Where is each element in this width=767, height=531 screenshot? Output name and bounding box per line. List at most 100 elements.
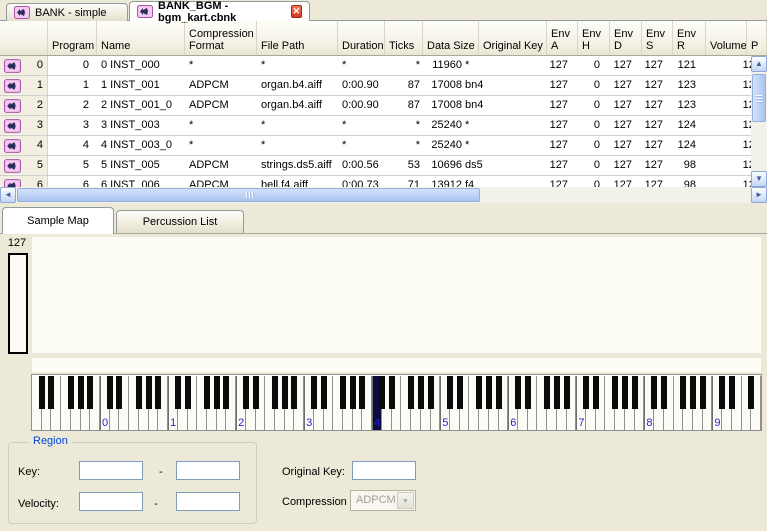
piano-key-black[interactable] <box>68 376 74 409</box>
piano-key-black[interactable] <box>282 376 288 409</box>
column-header-program[interactable]: Program <box>48 21 97 55</box>
piano-key-black[interactable] <box>622 376 628 409</box>
column-header-ticks[interactable]: Ticks <box>385 21 423 55</box>
table-row[interactable]: 111 INST_001ADPCMorgan.b4.aiff0:00.90871… <box>0 76 767 96</box>
row-header[interactable]: 0 <box>0 56 48 75</box>
piano-key-black[interactable] <box>661 376 667 409</box>
piano-key-black[interactable] <box>185 376 191 409</box>
piano-key-black[interactable] <box>428 376 434 409</box>
column-header-name[interactable]: Name <box>97 21 185 55</box>
piano-key-black[interactable] <box>359 376 365 409</box>
piano-key-black[interactable] <box>48 376 54 409</box>
piano-key-black[interactable] <box>612 376 618 409</box>
tab-bank-simple[interactable]: BANK - simple <box>6 3 128 21</box>
piano-key-black[interactable] <box>321 376 327 409</box>
piano-key-black[interactable] <box>223 376 229 409</box>
column-header-icon[interactable] <box>0 21 48 55</box>
table-row[interactable]: 444 INST_003_0****25240*1270127127124127 <box>0 136 767 156</box>
scroll-up-button[interactable]: ▲ <box>751 56 767 72</box>
piano-key-black[interactable] <box>515 376 521 409</box>
scroll-down-button[interactable]: ▼ <box>751 171 767 187</box>
piano-key-black[interactable] <box>39 376 45 409</box>
piano-key-black[interactable] <box>583 376 589 409</box>
row-header[interactable]: 5 <box>0 156 48 175</box>
piano-key-black[interactable] <box>486 376 492 409</box>
column-header-env-r[interactable]: Env R <box>673 21 706 55</box>
piano-key-black[interactable] <box>146 376 152 409</box>
table-row[interactable]: 555 INST_005ADPCMstrings.ds5.aiff0:00.56… <box>0 156 767 176</box>
tab-sample-map[interactable]: Sample Map <box>2 207 114 234</box>
piano-key-black[interactable] <box>554 376 560 409</box>
piano-key-black[interactable] <box>408 376 414 409</box>
piano-key-black[interactable] <box>389 376 395 409</box>
velocity-range-bar[interactable] <box>8 253 28 354</box>
piano-key-black[interactable] <box>155 376 161 409</box>
row-header[interactable]: 3 <box>0 116 48 135</box>
column-header-volume[interactable]: Volume <box>706 21 747 55</box>
column-header-env-a[interactable]: Env A <box>547 21 578 55</box>
row-header[interactable]: 2 <box>0 96 48 115</box>
piano-key-black[interactable] <box>214 376 220 409</box>
piano-key-black[interactable] <box>457 376 463 409</box>
tab-percussion-list[interactable]: Percussion List <box>116 210 244 233</box>
scroll-right-button[interactable]: ► <box>751 187 767 203</box>
piano-key-black[interactable] <box>476 376 482 409</box>
piano-key-black[interactable] <box>593 376 599 409</box>
piano-key-black[interactable] <box>243 376 249 409</box>
piano-key-black[interactable] <box>418 376 424 409</box>
column-header-env-h[interactable]: Env H <box>578 21 610 55</box>
piano-key-black[interactable] <box>525 376 531 409</box>
piano-key-black[interactable] <box>632 376 638 409</box>
column-header-data-size[interactable]: Data Size <box>423 21 479 55</box>
velocity-low-field[interactable] <box>79 492 143 511</box>
tab-bank-bgm[interactable]: BANK_BGM - bgm_kart.cbnk ✕ <box>129 1 310 21</box>
key-high-field[interactable] <box>176 461 240 480</box>
piano-key-black[interactable] <box>700 376 706 409</box>
piano-key-black[interactable] <box>680 376 686 409</box>
column-header-original-key[interactable]: Original Key <box>479 21 547 55</box>
piano-key-black[interactable] <box>379 376 385 409</box>
piano-key-black[interactable] <box>690 376 696 409</box>
column-header-env-d[interactable]: Env D <box>610 21 642 55</box>
vertical-scrollbar-thumb[interactable] <box>752 74 766 122</box>
table-row[interactable]: 222 INST_001_0ADPCMorgan.b4.aiff0:00.908… <box>0 96 767 116</box>
piano-key-black[interactable] <box>719 376 725 409</box>
horizontal-scrollbar-thumb[interactable] <box>17 188 480 202</box>
piano-keyboard[interactable]: 0123456789 <box>31 374 762 431</box>
key-low-field[interactable] <box>79 461 143 480</box>
column-header-duration[interactable]: Duration <box>338 21 385 55</box>
piano-key-black[interactable] <box>107 376 113 409</box>
row-header[interactable]: 4 <box>0 136 48 155</box>
piano-key-black[interactable] <box>272 376 278 409</box>
piano-key-black[interactable] <box>729 376 735 409</box>
column-header-pan[interactable]: P <box>747 21 767 55</box>
piano-key-black[interactable] <box>204 376 210 409</box>
close-tab-button[interactable]: ✕ <box>291 5 302 18</box>
vertical-scrollbar[interactable]: ▲ ▼ <box>751 56 767 187</box>
table-row[interactable]: 000 INST_000****11960*1270127127121127 <box>0 56 767 76</box>
piano-key-black[interactable] <box>291 376 297 409</box>
column-header-env-s[interactable]: Env S <box>642 21 673 55</box>
piano-key-black[interactable] <box>544 376 550 409</box>
table-row[interactable]: 333 INST_003****25240*1270127127124127 <box>0 116 767 136</box>
column-header-file-path[interactable]: File Path <box>257 21 338 55</box>
piano-key-black[interactable] <box>350 376 356 409</box>
column-header-compression-format[interactable]: Compression Format <box>185 21 257 55</box>
piano-key-black[interactable] <box>651 376 657 409</box>
key-range-strip[interactable] <box>32 358 761 372</box>
piano-key-black[interactable] <box>175 376 181 409</box>
piano-key-black[interactable] <box>447 376 453 409</box>
row-header[interactable]: 1 <box>0 76 48 95</box>
original-key-field[interactable] <box>352 461 416 480</box>
scroll-left-button[interactable]: ◄ <box>0 187 16 203</box>
piano-key-black[interactable] <box>78 376 84 409</box>
piano-key-black[interactable] <box>87 376 93 409</box>
piano-key-black[interactable] <box>311 376 317 409</box>
piano-key-black[interactable] <box>496 376 502 409</box>
sample-map-canvas[interactable] <box>32 237 761 353</box>
piano-key-black[interactable] <box>136 376 142 409</box>
piano-key-black[interactable] <box>564 376 570 409</box>
piano-key-black[interactable] <box>253 376 259 409</box>
compression-dropdown[interactable]: ADPCM ▼ <box>350 490 416 511</box>
piano-key-black[interactable] <box>340 376 346 409</box>
